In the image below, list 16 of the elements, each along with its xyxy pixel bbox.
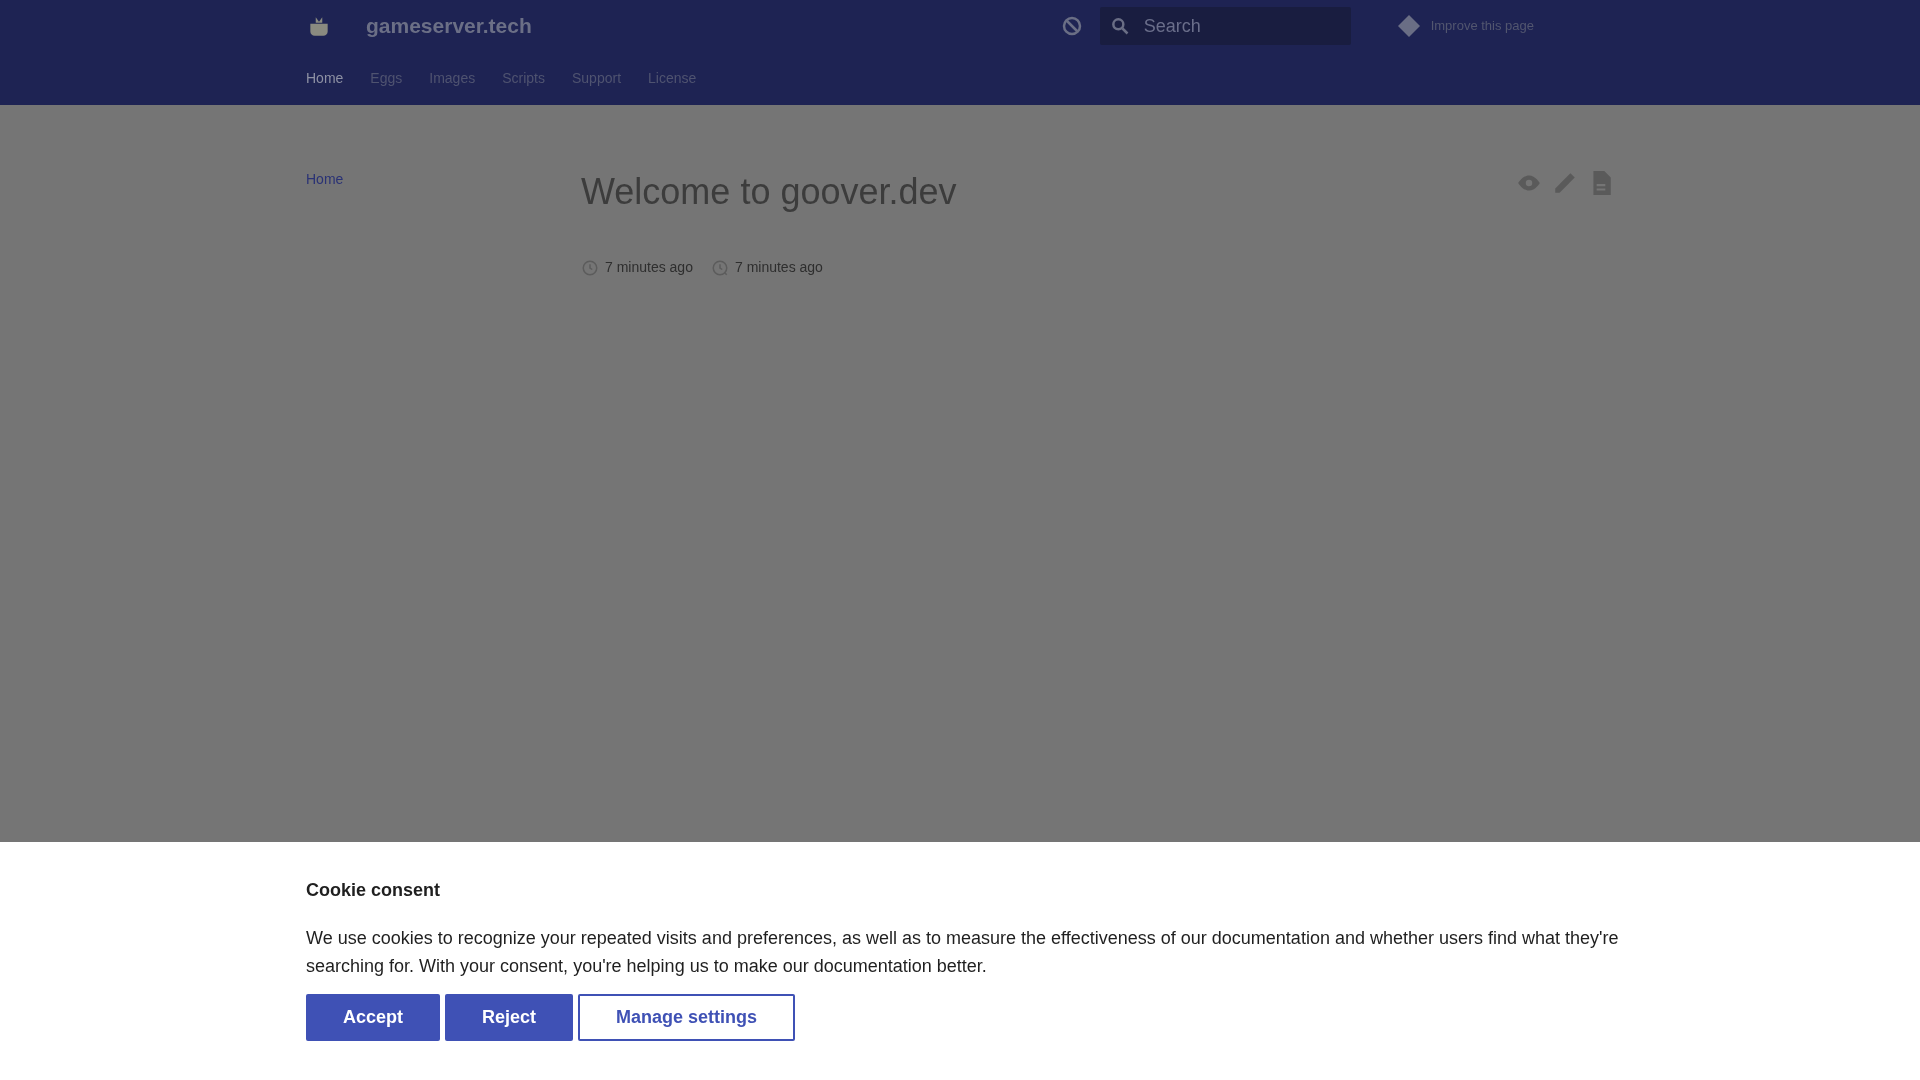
site-title[interactable]: gameserver.tech <box>366 10 532 42</box>
consent-button[interactable]: Reject <box>445 994 574 1041</box>
search-icon <box>1109 16 1130 36</box>
edit-icon[interactable] <box>1552 170 1578 196</box>
cookie-description: We use cookies to recognize your repeated visits and preferences, as well as to measure the effectiveness of our documentation and whether users find what they're searching for. With your consent, you're helping us to make our documentation better. <box>306 927 1620 978</box>
search-field[interactable]: Search <box>1099 7 1351 45</box>
clock-icon <box>581 258 599 277</box>
timestamp-text: 7 minutes ago <box>734 258 823 277</box>
clock-refresh-icon <box>710 258 729 277</box>
cookie-title: Cookie consent <box>306 879 442 902</box>
consent-button[interactable]: Accept <box>306 994 441 1041</box>
page-title: Welcome to goover.dev <box>581 170 957 214</box>
manage-settings-button[interactable]: Manage settings <box>578 994 796 1041</box>
nav-tab[interactable]: Home <box>306 68 344 89</box>
timestamp-text: 7 minutes ago <box>605 258 693 277</box>
sidebar-item[interactable]: Home <box>306 171 344 187</box>
